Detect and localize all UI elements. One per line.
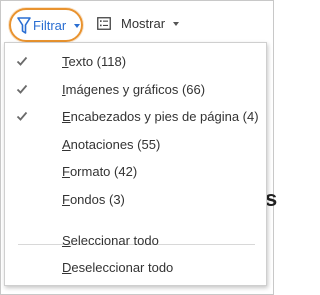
menu-item-label: Imágenes y gráficos (66) — [62, 82, 206, 97]
window-frame: Filtrar Mostrar s Texto (118) Imágenes y… — [0, 0, 277, 295]
filter-label: Filtrar — [33, 18, 67, 33]
menu-item-formato[interactable]: Formato (42) — [5, 162, 266, 184]
checkmark-icon — [16, 111, 28, 121]
toolbar: Filtrar Mostrar — [1, 1, 273, 45]
select-all-item[interactable]: Seleccionar todo — [5, 231, 266, 253]
filter-button[interactable]: Filtrar — [9, 8, 83, 42]
menu-item-label: Encabezados y pies de página (4) — [62, 109, 259, 124]
menu-item-label: Deseleccionar todo — [62, 260, 174, 275]
list-view-icon — [97, 17, 111, 30]
menu-item-label: Formato (42) — [62, 164, 138, 179]
menu-item-fondos[interactable]: Fondos (3) — [5, 190, 266, 212]
menu-item-label: Fondos (3) — [62, 192, 125, 207]
menu-item-label: Seleccionar todo — [62, 233, 159, 248]
menu-item-imagenes[interactable]: Imágenes y gráficos (66) — [5, 80, 266, 102]
checkmark-icon — [16, 84, 28, 94]
menu-item-anotaciones[interactable]: Anotaciones (55) — [5, 135, 266, 157]
show-label: Mostrar — [121, 16, 166, 31]
chevron-down-icon — [74, 24, 80, 28]
funnel-icon — [17, 17, 31, 34]
menu-item-label: Texto (118) — [62, 54, 127, 69]
deselect-all-item[interactable]: Deseleccionar todo — [5, 258, 266, 280]
show-button[interactable]: Mostrar — [97, 15, 189, 35]
chevron-down-icon — [173, 22, 179, 26]
checkmark-icon — [16, 56, 28, 66]
menu-item-encabezados[interactable]: Encabezados y pies de página (4) — [5, 107, 266, 129]
filter-dropdown-menu: Texto (118) Imágenes y gráficos (66) Enc… — [4, 42, 267, 286]
menu-item-label: Anotaciones (55) — [62, 137, 161, 152]
menu-item-texto[interactable]: Texto (118) — [5, 52, 266, 74]
